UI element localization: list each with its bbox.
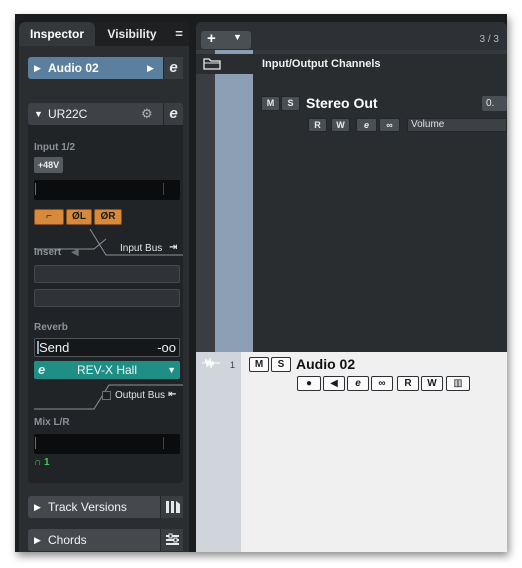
stereo-out-track[interactable]: M S Stereo Out 0. R W e ∞ Volume: [253, 74, 507, 358]
track-versions-icon[interactable]: [160, 496, 183, 518]
volume-field[interactable]: Volume: [407, 118, 507, 132]
phantom-power-button[interactable]: +48V: [34, 157, 63, 173]
audio-track-name[interactable]: Audio 02: [296, 356, 355, 372]
expand-triangle-icon[interactable]: ▶: [34, 496, 41, 518]
hpf-button[interactable]: ⌐: [34, 209, 64, 225]
inspector-tabs: Inspector Visibility =: [19, 22, 189, 46]
stereo-out-name[interactable]: Stereo Out: [306, 95, 378, 111]
reverb-send-field[interactable]: Send -oo: [34, 338, 180, 357]
inspector-menu-icon[interactable]: =: [171, 22, 187, 46]
insert-slot-1[interactable]: [34, 265, 180, 283]
headphones-indicator[interactable]: ∩ 1: [34, 457, 50, 468]
mix-label: Mix L/R: [34, 417, 70, 428]
track-count: 3 / 3: [479, 34, 499, 45]
phase-l-button[interactable]: ØL: [66, 209, 92, 225]
project-toolbar: + ▼ 3 / 3: [196, 22, 507, 50]
inspector-panel: Inspector Visibility = ▶ Audio 02 ▶ e ▼ …: [19, 22, 189, 552]
headphones-icon: ∩: [34, 457, 42, 468]
folder-track-row[interactable]: Input/Output Channels: [196, 54, 507, 74]
chords-title: Chords: [48, 533, 87, 547]
track-arrow-icon[interactable]: ▶: [147, 57, 154, 79]
track-section-header[interactable]: ▶ Audio 02 ▶ e: [28, 57, 183, 79]
track-number: 1: [230, 360, 236, 370]
insert-label: Insert: [34, 247, 62, 258]
send-label: Send: [39, 340, 70, 355]
chevron-down-icon: ▼: [233, 32, 242, 42]
read-button[interactable]: R: [397, 376, 419, 391]
add-track-button[interactable]: + ▼: [201, 30, 251, 49]
collapse-triangle-icon[interactable]: ▼: [34, 103, 43, 125]
tab-inspector[interactable]: Inspector: [19, 22, 95, 46]
read-button[interactable]: R: [308, 118, 327, 132]
mute-button[interactable]: M: [261, 96, 280, 111]
project-window: + ▼ 3 / 3 Input/Output Channels M S Ster…: [196, 22, 507, 552]
phase-r-button[interactable]: ØR: [94, 209, 122, 225]
reverb-label: Reverb: [34, 322, 68, 333]
link-icon[interactable]: ∞: [371, 376, 393, 391]
track-name: Audio 02: [48, 61, 99, 75]
link-icon[interactable]: ∞: [379, 118, 400, 132]
edit-channel-button[interactable]: e: [163, 57, 183, 79]
output-bus-checkbox[interactable]: [102, 391, 111, 400]
ur22c-header[interactable]: ▼ UR22C ⚙ e: [28, 103, 183, 125]
solo-button[interactable]: S: [271, 357, 291, 372]
headphones-count: 1: [44, 457, 50, 468]
track-versions-header[interactable]: ▶ Track Versions: [28, 496, 183, 518]
edit-icon[interactable]: e: [347, 376, 369, 391]
reverb-type-label: REV-X Hall: [76, 363, 138, 377]
send-value: -oo: [157, 340, 176, 355]
chords-settings-icon[interactable]: [160, 529, 183, 551]
input-meter: [34, 180, 180, 200]
chords-header[interactable]: ▶ Chords: [28, 529, 183, 551]
write-button[interactable]: W: [421, 376, 443, 391]
expand-triangle-icon[interactable]: ▶: [34, 529, 41, 551]
tab-visibility[interactable]: Visibility: [97, 22, 167, 46]
record-enable-button[interactable]: ●: [297, 376, 321, 391]
chevron-down-icon[interactable]: ▼: [167, 361, 176, 379]
speaker-icon: ◀: [71, 247, 79, 258]
monitor-button[interactable]: ◀: [323, 376, 345, 391]
cubase-window: Inspector Visibility = ▶ Audio 02 ▶ e ▼ …: [15, 14, 507, 552]
expand-triangle-icon[interactable]: ▶: [34, 57, 41, 79]
audio-track-area: 1 M S Audio 02 ● ◀ e ∞ R W ▥: [196, 352, 507, 552]
insert-slot-2[interactable]: [34, 289, 180, 307]
folder-icon[interactable]: [203, 57, 221, 70]
track-versions-title: Track Versions: [48, 500, 127, 514]
gear-icon[interactable]: ⚙: [141, 103, 153, 125]
output-bus-icon[interactable]: ⇤: [168, 389, 176, 400]
output-bus-label[interactable]: Output Bus: [115, 390, 165, 401]
plus-icon: +: [207, 30, 216, 47]
input-bus-label[interactable]: Input Bus: [120, 243, 162, 254]
waveform-icon: [202, 357, 220, 369]
input-bus-icon[interactable]: ⇥: [169, 242, 177, 253]
mix-meter: [34, 434, 180, 454]
folder-title: Input/Output Channels: [262, 58, 381, 70]
solo-button[interactable]: S: [281, 96, 300, 111]
volume-value[interactable]: 0.: [482, 96, 507, 111]
edit-icon[interactable]: e: [356, 118, 377, 132]
ur22c-title: UR22C: [48, 107, 88, 121]
edit-ur22c-button[interactable]: e: [163, 103, 183, 125]
lanes-icon[interactable]: ▥: [446, 376, 470, 391]
audio-color-strip: [196, 352, 241, 552]
input-label: Input 1/2: [34, 142, 76, 153]
mute-button[interactable]: M: [249, 357, 269, 372]
ur22c-section: ▼ UR22C ⚙ e Input 1/2 +48V ⌐ ØL ØR Inser…: [28, 103, 183, 483]
reverb-type-select[interactable]: e REV-X Hall ▼: [34, 361, 180, 379]
write-button[interactable]: W: [331, 118, 350, 132]
